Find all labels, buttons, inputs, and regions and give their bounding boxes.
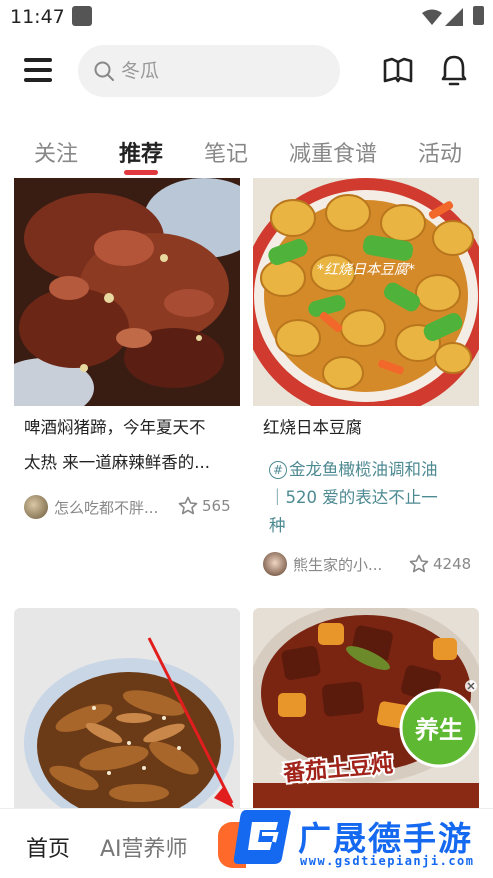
app-notification-icon bbox=[72, 6, 92, 26]
signal-icon bbox=[445, 8, 463, 26]
recipe-card[interactable]: 番茄土豆炖 养生 bbox=[253, 608, 479, 808]
nav-home[interactable]: 首页 bbox=[26, 831, 70, 863]
wifi-icon bbox=[422, 9, 442, 25]
recipe-author[interactable]: 熊生家的小... bbox=[263, 552, 382, 576]
star-icon bbox=[178, 496, 198, 515]
battery-icon bbox=[473, 6, 484, 25]
topic-text: 金龙鱼橄榄油调和油 bbox=[289, 460, 438, 479]
tab-recommended[interactable]: 推荐 bbox=[119, 136, 163, 168]
recipe-card[interactable] bbox=[14, 608, 240, 808]
site-watermark: 广晟德手游 www.gsdtiepianji.com bbox=[232, 806, 493, 878]
favorite-count-value: 4248 bbox=[433, 555, 472, 573]
tab-follow[interactable]: 关注 bbox=[34, 136, 78, 168]
hashtag-icon: # bbox=[269, 461, 287, 479]
topic-link[interactable]: # 金龙鱼橄榄油调和油 ｜520 爱的表达不止一 种 bbox=[269, 456, 438, 540]
avatar bbox=[263, 552, 287, 576]
watermark-title: 广晟德手游 bbox=[298, 819, 473, 858]
recipe-title-line: 啤酒焖猪蹄，今年夏天不 bbox=[24, 418, 206, 437]
recipe-image-spicy-tripe[interactable] bbox=[14, 608, 240, 808]
recipe-card[interactable]: *红烧日本豆腐* 红烧日本豆腐 # 金龙鱼橄榄油调和油 ｜520 爱的表达不止一 … bbox=[253, 178, 479, 588]
book-icon[interactable] bbox=[383, 57, 413, 83]
recipe-title[interactable]: 啤酒焖猪蹄，今年夏天不 太热 来一道麻辣鲜香的... bbox=[24, 410, 210, 480]
recipe-feed: 啤酒焖猪蹄，今年夏天不 太热 来一道麻辣鲜香的... 怎么吃都不胖... 565 bbox=[0, 178, 493, 808]
tab-notes[interactable]: 笔记 bbox=[204, 136, 248, 168]
recipe-image-japanese-tofu[interactable]: *红烧日本豆腐* bbox=[253, 178, 479, 406]
topic-line: ｜520 爱的表达不止一 bbox=[269, 488, 438, 507]
search-icon bbox=[94, 61, 114, 81]
favorite-count[interactable]: 565 bbox=[178, 496, 231, 516]
category-tabs: 关注 推荐 笔记 减重食谱 活动 bbox=[0, 130, 493, 176]
app-screen: 11:47 关注 推荐 笔记 减重食谱 活动 bbox=[0, 0, 493, 878]
search-box[interactable] bbox=[78, 45, 340, 97]
status-time: 11:47 bbox=[10, 6, 65, 28]
active-tab-indicator bbox=[124, 170, 158, 175]
watermark-logo-icon bbox=[233, 810, 291, 864]
tab-diet-recipes[interactable]: 减重食谱 bbox=[289, 136, 377, 168]
author-name: 熊生家的小... bbox=[293, 555, 383, 574]
author-name: 怎么吃都不胖... bbox=[54, 498, 159, 517]
favorite-count[interactable]: 4248 bbox=[409, 554, 471, 574]
menu-icon[interactable] bbox=[24, 58, 52, 84]
recipe-title-line: 红烧日本豆腐 bbox=[263, 418, 362, 437]
recipe-author[interactable]: 怎么吃都不胖... bbox=[24, 495, 158, 519]
tab-events[interactable]: 活动 bbox=[418, 136, 462, 168]
recipe-title[interactable]: 红烧日本豆腐 bbox=[263, 410, 362, 445]
topic-line: 种 bbox=[269, 516, 286, 535]
recipe-image-pork-trotters[interactable] bbox=[14, 178, 240, 406]
image-badge: 养生 bbox=[414, 716, 463, 744]
topic-line: # 金龙鱼橄榄油调和油 bbox=[269, 456, 438, 484]
avatar bbox=[24, 495, 48, 519]
nav-ai-nutritionist[interactable]: AI营养师 bbox=[100, 831, 188, 863]
recipe-image-tomato-potato-stew[interactable]: 番茄土豆炖 养生 bbox=[253, 608, 479, 808]
search-input[interactable] bbox=[121, 57, 321, 85]
bell-icon[interactable] bbox=[440, 54, 468, 86]
status-bar: 11:47 bbox=[0, 0, 493, 34]
favorite-count-value: 565 bbox=[202, 497, 231, 515]
star-icon bbox=[409, 554, 429, 573]
recipe-title-line: 太热 来一道麻辣鲜香的... bbox=[24, 453, 210, 472]
recipe-card[interactable]: 啤酒焖猪蹄，今年夏天不 太热 来一道麻辣鲜香的... 怎么吃都不胖... 565 bbox=[14, 178, 240, 538]
image-caption: *红烧日本豆腐* bbox=[317, 262, 415, 278]
watermark-url: www.gsdtiepianji.com bbox=[300, 854, 475, 868]
